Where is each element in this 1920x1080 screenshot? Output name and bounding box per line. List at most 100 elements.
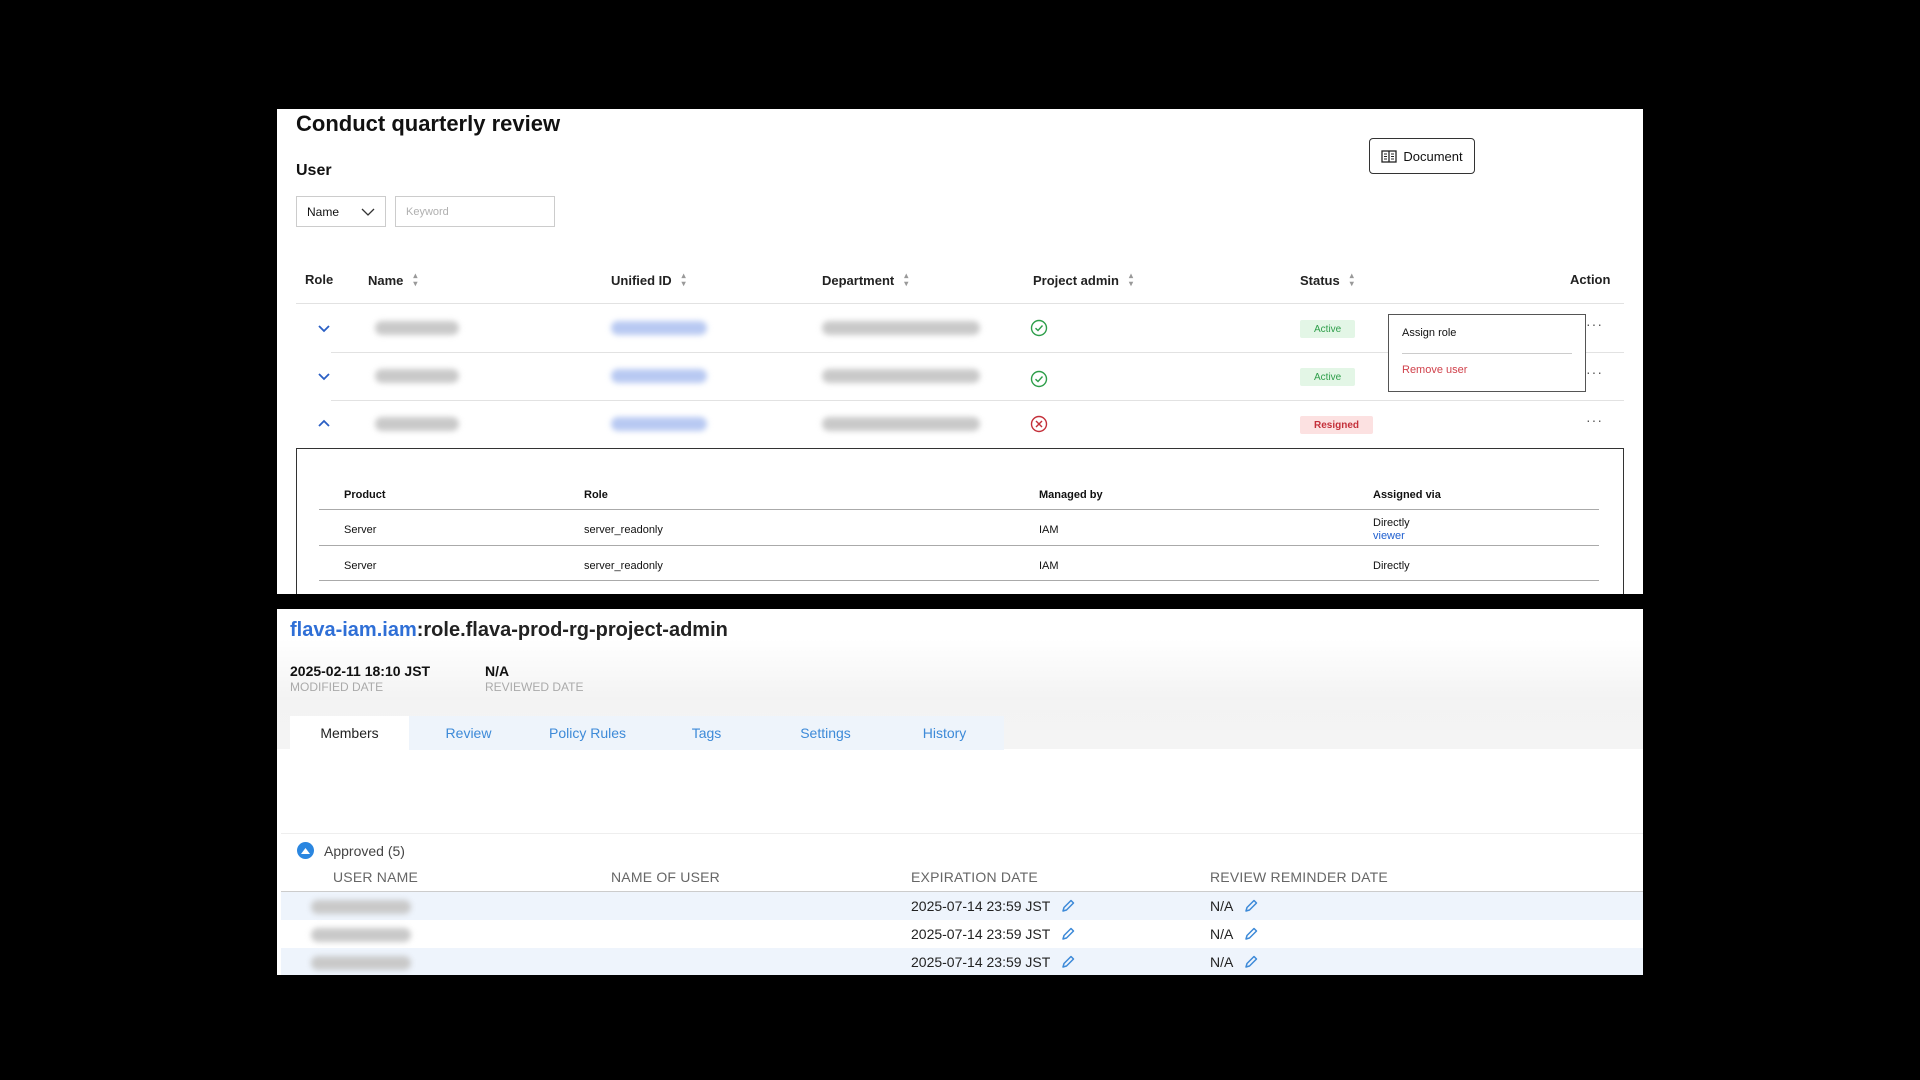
document-button[interactable]: Document (1369, 138, 1475, 174)
tab-policy-rules[interactable]: Policy Rules (528, 716, 647, 750)
tab-history[interactable]: History (885, 716, 1004, 750)
column-header-user-name: USER NAME (333, 869, 419, 885)
filter-select-value: Name (307, 204, 340, 219)
tab-bar: Members Review Policy Rules Tags Setting… (290, 716, 1004, 750)
row-action-menu: Assign role Remove user (1388, 314, 1586, 392)
role-row-product: Server (344, 560, 377, 572)
sub-header-divider (319, 509, 1599, 510)
filter-field-select[interactable]: Name (296, 196, 386, 227)
reminder-cell: N/A (1210, 954, 1259, 970)
column-header-name[interactable]: Name ▴ ▾ (368, 272, 417, 288)
role-row-divider (319, 580, 1599, 581)
pencil-icon[interactable] (1243, 898, 1259, 914)
redacted-user-name (311, 928, 411, 942)
role-row-assigned-via: Directly (1373, 517, 1410, 529)
column-header-department[interactable]: Department ▴ ▾ (822, 272, 908, 288)
tab-members[interactable]: Members (290, 716, 409, 750)
pencil-icon[interactable] (1060, 926, 1076, 942)
sub-header-assigned-via: Assigned via (1373, 489, 1441, 501)
role-row-assigned-via: Directly (1373, 560, 1410, 572)
reviewed-date-label: REVIEWED DATE (485, 680, 584, 694)
column-header-project-admin[interactable]: Project admin ▴ ▾ (1033, 272, 1133, 288)
role-row-product: Server (344, 524, 377, 536)
iam-role-panel: flava-iam.iam:role.flava-prod-rg-project… (277, 609, 1643, 975)
status-badge: Active (1300, 320, 1356, 338)
role-row-role: server_readonly (584, 560, 663, 572)
menu-item-assign-role[interactable]: Assign role (1402, 327, 1456, 339)
sub-header-role: Role (584, 489, 608, 501)
pencil-icon[interactable] (1060, 954, 1076, 970)
pencil-icon[interactable] (1243, 926, 1259, 942)
page-title: Conduct quarterly review (296, 111, 561, 136)
pencil-icon[interactable] (1060, 898, 1076, 914)
role-row-role: server_readonly (584, 524, 663, 536)
sort-icon: ▴ ▾ (904, 271, 909, 288)
pencil-icon[interactable] (1243, 954, 1259, 970)
menu-divider (1402, 353, 1572, 354)
book-icon (1381, 149, 1398, 163)
redacted-unified-id[interactable] (611, 369, 707, 383)
redacted-unified-id[interactable] (611, 417, 707, 431)
role-namespace-link[interactable]: flava-iam.iam (290, 619, 417, 641)
redacted-unified-id[interactable] (611, 321, 707, 335)
redacted-name (375, 369, 459, 383)
table-row: Resigned ··· (277, 400, 1643, 448)
section-title: User (296, 162, 332, 179)
chevron-down-icon[interactable] (312, 316, 336, 340)
sort-icon: ▴ ▾ (413, 271, 418, 288)
more-options-icon[interactable]: ··· (1586, 364, 1603, 380)
column-header-status[interactable]: Status ▴ ▾ (1300, 272, 1354, 288)
check-circle-icon (1030, 319, 1048, 337)
redacted-department (822, 417, 980, 431)
menu-item-remove-user[interactable]: Remove user (1402, 364, 1467, 376)
quarterly-review-panel: Conduct quarterly review User Document N… (277, 109, 1643, 594)
more-options-icon[interactable]: ··· (1586, 412, 1603, 428)
column-header-action: Action (1570, 272, 1611, 287)
check-circle-icon (1030, 370, 1048, 388)
sub-header-managed-by: Managed by (1039, 489, 1103, 501)
status-badge: Resigned (1300, 416, 1374, 434)
keyword-input[interactable] (395, 196, 555, 227)
role-row-managed-by: IAM (1039, 560, 1059, 572)
expiration-cell: 2025-07-14 23:59 JST (911, 926, 1076, 942)
reminder-cell: N/A (1210, 926, 1259, 942)
member-row: 2025-07-14 23:59 JST N/A (281, 892, 1643, 920)
modified-date-value: 2025-02-11 18:10 JST (290, 663, 431, 679)
redacted-name (375, 417, 459, 431)
tab-settings[interactable]: Settings (766, 716, 885, 750)
x-circle-icon (1030, 415, 1048, 433)
member-row: 2025-07-14 23:59 JST N/A (281, 920, 1643, 948)
redacted-user-name (311, 956, 411, 970)
column-header-review-reminder-date: REVIEW REMINDER DATE (1210, 869, 1388, 885)
sort-icon: ▴ ▾ (1128, 271, 1133, 288)
collapse-up-icon (297, 842, 314, 859)
redacted-department (822, 321, 980, 335)
reviewed-date-value: N/A (485, 663, 510, 679)
role-name: :role.flava-prod-rg-project-admin (416, 619, 728, 641)
chevron-up-icon[interactable] (312, 412, 336, 436)
column-header-unified-id[interactable]: Unified ID ▴ ▾ (611, 272, 686, 288)
chevron-down-icon (361, 208, 375, 216)
column-header-role: Role (305, 272, 334, 287)
tab-tags[interactable]: Tags (647, 716, 766, 750)
document-button-label: Document (1403, 148, 1463, 164)
expiration-cell: 2025-07-14 23:59 JST (911, 954, 1076, 970)
more-options-icon[interactable]: ··· (1586, 316, 1603, 332)
expiration-cell: 2025-07-14 23:59 JST (911, 898, 1076, 914)
reminder-cell: N/A (1210, 898, 1259, 914)
approved-section-toggle[interactable]: Approved (5) (297, 842, 405, 859)
member-row: 2025-07-14 23:59 JST N/A (281, 948, 1643, 975)
modified-date-label: MODIFIED DATE (290, 680, 384, 694)
chevron-down-icon[interactable] (312, 364, 336, 388)
role-row-managed-by: IAM (1039, 524, 1059, 536)
column-header-expiration-date: EXPIRATION DATE (911, 869, 1038, 885)
sub-header-product: Product (344, 489, 386, 501)
sort-icon: ▴ ▾ (681, 271, 686, 288)
redacted-name (375, 321, 459, 335)
column-header-name-of-user: NAME OF USER (611, 869, 720, 885)
role-row-assigned-link[interactable]: viewer (1373, 530, 1405, 542)
role-row-divider (319, 545, 1599, 546)
sort-icon: ▴ ▾ (1349, 271, 1354, 288)
section-divider (281, 833, 1643, 834)
tab-review[interactable]: Review (409, 716, 528, 750)
